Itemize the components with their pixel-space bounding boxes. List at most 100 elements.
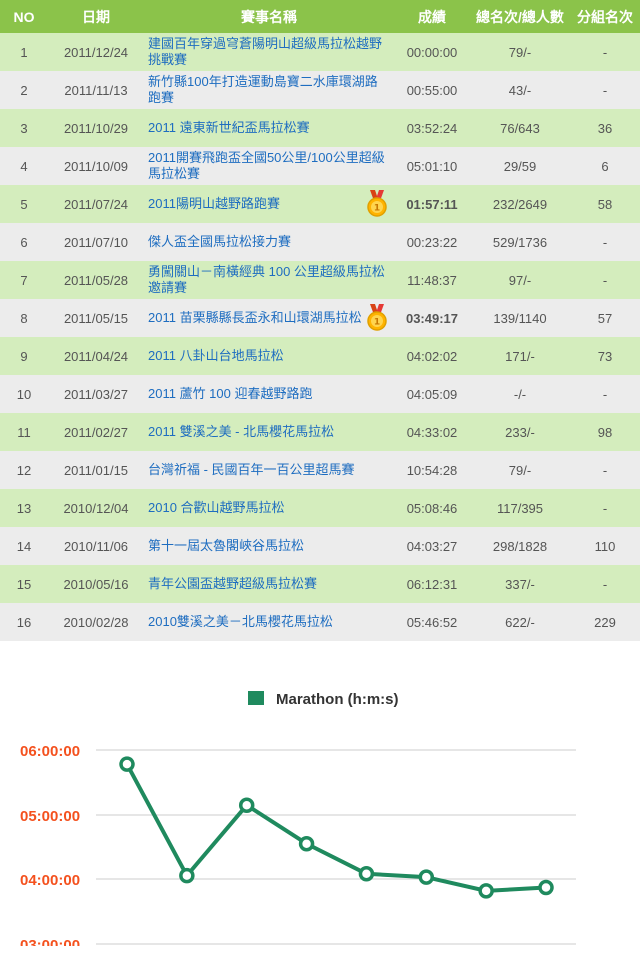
row-result: 03:52:24 <box>394 109 470 147</box>
row-result: 00:55:00 <box>394 71 470 109</box>
race-name-link[interactable]: 2011開賽飛跑盃全國50公里/100公里超級馬拉松賽 <box>148 150 388 182</box>
header-race-name[interactable]: 賽事名稱 <box>144 0 394 33</box>
row-race-cell: 新竹縣100年打造運動島寶二水庫環湖路跑賽 <box>144 71 394 109</box>
row-no: 10 <box>0 375 48 413</box>
row-race-cell: 2011 苗栗縣縣長盃永和山環湖馬拉松 1 <box>144 299 394 337</box>
race-name-link[interactable]: 建國百年穿過穹蒼陽明山超級馬拉松越野挑戰賽 <box>148 36 388 68</box>
row-group-rank: 73 <box>570 337 640 375</box>
row-overall-rank: 337/- <box>470 565 570 603</box>
table-row: 4 2011/10/09 2011開賽飛跑盃全國50公里/100公里超級馬拉松賽 05… <box>0 147 640 185</box>
y-tick-label: 03:00:00 <box>20 937 80 946</box>
race-name-link[interactable]: 第十一屆太魯閣峽谷馬拉松 <box>148 538 304 554</box>
row-no: 14 <box>0 527 48 565</box>
race-name-link[interactable]: 2010雙溪之美－北馬櫻花馬拉松 <box>148 614 333 630</box>
row-overall-rank: 233/- <box>470 413 570 451</box>
row-no: 12 <box>0 451 48 489</box>
row-result: 00:00:00 <box>394 33 470 71</box>
header-date[interactable]: 日期 <box>48 0 144 33</box>
table-row: 12 2011/01/15 台灣祈福 - 民國百年一百公里超馬賽 10:54:28 79… <box>0 451 640 489</box>
row-race-cell: 2011開賽飛跑盃全國50公里/100公里超級馬拉松賽 <box>144 147 394 185</box>
table-row: 9 2011/04/24 2011 八卦山台地馬拉松 04:02:02 171/- 73 <box>0 337 640 375</box>
data-point <box>179 867 195 884</box>
row-group-rank: - <box>570 489 640 527</box>
row-overall-rank: 76/643 <box>470 109 570 147</box>
row-group-rank: - <box>570 71 640 109</box>
data-point <box>418 869 435 885</box>
row-no: 8 <box>0 299 48 337</box>
row-date: 2011/04/24 <box>48 337 144 375</box>
race-name-link[interactable]: 2011 蘆竹 100 迎春越野路跑 <box>148 386 312 402</box>
row-race-cell: 2011 雙溪之美 - 北馬櫻花馬拉松 <box>144 413 394 451</box>
header-no[interactable]: NO <box>0 0 48 33</box>
row-overall-rank: 29/59 <box>470 147 570 185</box>
row-race-cell: 勇闖關山－南橫經典 100 公里超級馬拉松邀請賽 <box>144 261 394 299</box>
row-date: 2011/01/15 <box>48 451 144 489</box>
row-race-cell: 2011 蘆竹 100 迎春越野路跑 <box>144 375 394 413</box>
table-header-row: NO 日期 賽事名稱 成績 總名次/總人數 分組名次 <box>0 0 640 33</box>
row-result: 04:33:02 <box>394 413 470 451</box>
header-overall-rank[interactable]: 總名次/總人數 <box>470 0 570 33</box>
row-date: 2011/10/09 <box>48 147 144 185</box>
row-group-rank: - <box>570 375 640 413</box>
row-race-cell: 第十一屆太魯閣峽谷馬拉松 <box>144 527 394 565</box>
race-name-link[interactable]: 2011 苗栗縣縣長盃永和山環湖馬拉松 <box>148 310 362 326</box>
table-row: 1 2011/12/24 建國百年穿過穹蒼陽明山超級馬拉松越野挑戰賽 00:00:00… <box>0 33 640 71</box>
legend-swatch <box>248 691 264 705</box>
row-result: 01:57:11 <box>394 185 470 223</box>
row-date: 2011/05/15 <box>48 299 144 337</box>
row-overall-rank: 117/395 <box>470 489 570 527</box>
row-group-rank: 58 <box>570 185 640 223</box>
row-no: 6 <box>0 223 48 261</box>
svg-text:1: 1 <box>374 318 380 328</box>
row-no: 2 <box>0 71 48 109</box>
row-no: 4 <box>0 147 48 185</box>
row-no: 3 <box>0 109 48 147</box>
race-name-link[interactable]: 2010 合歡山越野馬拉松 <box>148 500 285 516</box>
table-row: 15 2010/05/16 青年公園盃越野超級馬拉松賽 06:12:31 337/- - <box>0 565 640 603</box>
row-no: 16 <box>0 603 48 641</box>
svg-text:1: 1 <box>374 204 380 214</box>
row-race-cell: 傑人盃全國馬拉松接力賽 <box>144 223 394 261</box>
row-overall-rank: 43/- <box>470 71 570 109</box>
row-group-rank: 98 <box>570 413 640 451</box>
row-date: 2010/11/06 <box>48 527 144 565</box>
row-no: 11 <box>0 413 48 451</box>
header-group-rank[interactable]: 分組名次 <box>570 0 640 33</box>
row-group-rank: - <box>570 451 640 489</box>
data-point <box>298 835 315 852</box>
race-name-link[interactable]: 傑人盃全國馬拉松接力賽 <box>148 234 291 250</box>
race-name-link[interactable]: 青年公園盃越野超級馬拉松賽 <box>148 576 317 592</box>
race-name-link[interactable]: 2011 雙溪之美 - 北馬櫻花馬拉松 <box>148 424 334 440</box>
table-row: 10 2011/03/27 2011 蘆竹 100 迎春越野路跑 04:05:09 -/… <box>0 375 640 413</box>
table-body: 1 2011/12/24 建國百年穿過穹蒼陽明山超級馬拉松越野挑戰賽 00:00:00… <box>0 33 640 641</box>
row-race-cell: 2011 遠東新世紀盃馬拉松賽 <box>144 109 394 147</box>
row-no: 5 <box>0 185 48 223</box>
row-result: 00:23:22 <box>394 223 470 261</box>
race-name-link[interactable]: 勇闖關山－南橫經典 100 公里超級馬拉松邀請賽 <box>148 264 388 296</box>
race-name-link[interactable]: 新竹縣100年打造運動島寶二水庫環湖路跑賽 <box>148 74 388 106</box>
row-overall-rank: 232/2649 <box>470 185 570 223</box>
race-name-link[interactable]: 台灣祈福 - 民國百年一百公里超馬賽 <box>148 462 355 478</box>
row-group-rank: 229 <box>570 603 640 641</box>
table-row: 2 2011/11/13 新竹縣100年打造運動島寶二水庫環湖路跑賽 00:55:00… <box>0 71 640 109</box>
race-name-link[interactable]: 2011 遠東新世紀盃馬拉松賽 <box>148 120 310 136</box>
row-group-rank: - <box>570 261 640 299</box>
row-date: 2011/10/29 <box>48 109 144 147</box>
race-name-link[interactable]: 2011 八卦山台地馬拉松 <box>148 348 284 364</box>
row-race-cell: 青年公園盃越野超級馬拉松賽 <box>144 565 394 603</box>
row-group-rank: 6 <box>570 147 640 185</box>
data-point <box>238 797 255 813</box>
row-group-rank: 110 <box>570 527 640 565</box>
table-row: 13 2010/12/04 2010 合歡山越野馬拉松 05:08:46 117/395… <box>0 489 640 527</box>
row-no: 7 <box>0 261 48 299</box>
race-name-link[interactable]: 2011陽明山越野路跑賽 <box>148 196 280 212</box>
row-result: 04:05:09 <box>394 375 470 413</box>
table-row: 3 2011/10/29 2011 遠東新世紀盃馬拉松賽 03:52:24 76/643… <box>0 109 640 147</box>
table-row: 7 2011/05/28 勇闖關山－南橫經典 100 公里超級馬拉松邀請賽 11:48… <box>0 261 640 299</box>
chart-area: 06:00:00 05:00:00 04:00:00 03:00:00 Marathon… <box>0 641 640 946</box>
row-no: 13 <box>0 489 48 527</box>
row-race-cell: 2010雙溪之美－北馬櫻花馬拉松 <box>144 603 394 641</box>
row-result: 05:08:46 <box>394 489 470 527</box>
row-overall-rank: 622/- <box>470 603 570 641</box>
header-result[interactable]: 成績 <box>394 0 470 33</box>
